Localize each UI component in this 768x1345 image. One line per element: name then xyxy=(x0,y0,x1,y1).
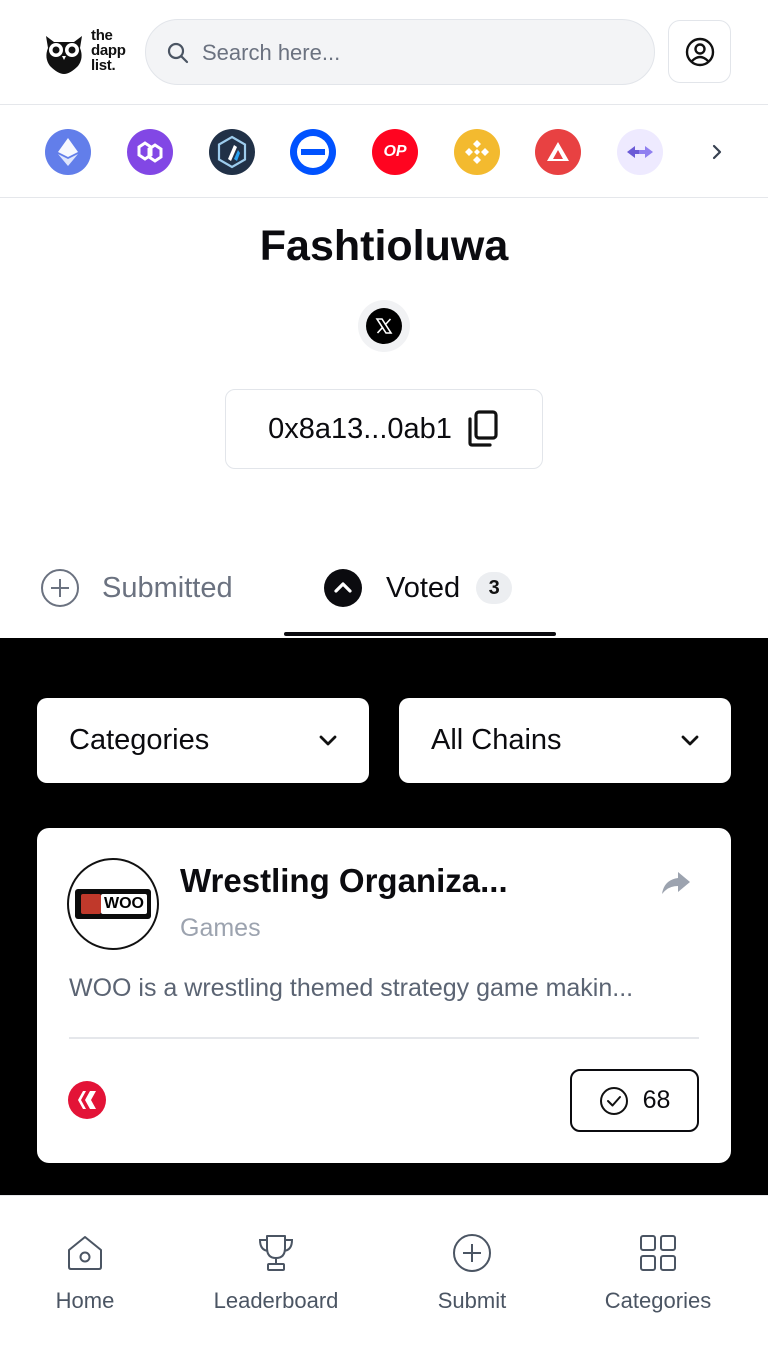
x-social-link[interactable] xyxy=(358,300,410,352)
voted-count-badge: 3 xyxy=(476,572,513,604)
plus-circle-icon xyxy=(41,569,79,607)
owl-icon xyxy=(46,36,82,74)
profile-name: Fashtioluwa xyxy=(259,222,509,270)
tab-voted[interactable]: Voted 3 xyxy=(324,540,513,636)
voted-dapps-section: Categories All Chains WOO Wrestling Orga… xyxy=(0,638,768,1195)
profile-tabs: Submitted Voted 3 xyxy=(0,540,768,638)
dapp-card[interactable]: WOO Wrestling Organiza... Games WOO is a… xyxy=(37,828,731,1163)
bridge-icon xyxy=(627,146,653,158)
nav-leaderboard-label: Leaderboard xyxy=(213,1288,339,1313)
check-circle-icon xyxy=(599,1086,628,1115)
categories-dropdown-label: Categories xyxy=(69,724,210,756)
nav-categories[interactable]: Categories xyxy=(596,1196,720,1345)
wallet-address-copy-button[interactable]: 0x8a13...0ab1 xyxy=(225,389,543,469)
vote-count: 68 xyxy=(642,1086,671,1114)
chain-ethereum[interactable] xyxy=(45,129,91,175)
woo-logo-image: WOO xyxy=(75,889,151,919)
bottom-navigation: Home Leaderboard Submit Categories xyxy=(0,1195,768,1345)
avalanche-icon xyxy=(547,142,569,161)
chains-dropdown-label: All Chains xyxy=(431,724,562,756)
bnb-icon xyxy=(465,140,489,164)
dapp-title[interactable]: Wrestling Organiza... xyxy=(180,862,508,900)
nav-home-label: Home xyxy=(55,1288,115,1313)
chain-arbitrum[interactable] xyxy=(209,129,255,175)
chevron-down-icon xyxy=(319,735,337,745)
chain-bnb[interactable] xyxy=(454,129,500,175)
share-icon[interactable] xyxy=(659,866,693,900)
top-header: the dapp list. xyxy=(0,0,768,105)
categories-dropdown[interactable]: Categories xyxy=(37,698,369,783)
chain-optimism[interactable]: OP xyxy=(372,129,418,175)
hive-icon xyxy=(78,1091,96,1109)
plus-circle-icon xyxy=(453,1234,491,1272)
card-divider xyxy=(69,1037,699,1039)
chain-selector-bar: OP xyxy=(0,106,768,198)
search-input[interactable] xyxy=(202,33,622,73)
tab-submitted[interactable]: Submitted xyxy=(40,540,233,636)
chain-avalanche[interactable] xyxy=(535,129,581,175)
ethereum-icon xyxy=(58,138,78,166)
nav-leaderboard[interactable]: Leaderboard xyxy=(206,1196,346,1345)
search-icon xyxy=(167,42,189,64)
wrestler-graphic xyxy=(81,894,101,914)
dapp-category: Games xyxy=(180,914,261,942)
nav-categories-label: Categories xyxy=(604,1288,712,1313)
active-tab-indicator xyxy=(284,632,556,636)
home-icon xyxy=(68,1236,102,1270)
dapp-description: WOO is a wrestling themed strategy game … xyxy=(69,974,634,1002)
copy-icon xyxy=(468,410,498,447)
chain-polygon[interactable] xyxy=(127,129,173,175)
optimism-icon: OP xyxy=(383,143,407,160)
polygon-icon xyxy=(137,141,163,163)
chain-base[interactable] xyxy=(290,129,336,175)
nav-home[interactable]: Home xyxy=(44,1196,126,1345)
woo-logo-text: WOO xyxy=(101,894,147,914)
chain-scroll-next-button[interactable] xyxy=(694,129,740,175)
chain-bridge[interactable] xyxy=(617,129,663,175)
hive-chain-badge xyxy=(68,1081,106,1119)
chevron-down-icon xyxy=(681,735,699,745)
wallet-address: 0x8a13...0ab1 xyxy=(268,412,452,445)
search-bar[interactable] xyxy=(145,19,655,85)
chevron-right-icon xyxy=(712,144,722,160)
vote-button[interactable]: 68 xyxy=(570,1069,699,1132)
dapp-logo: WOO xyxy=(67,858,159,950)
arbitrum-icon xyxy=(217,135,247,169)
logo-wordmark: the dapp list. xyxy=(91,27,126,74)
base-icon xyxy=(297,136,329,168)
grid-icon xyxy=(640,1235,676,1271)
chains-dropdown[interactable]: All Chains xyxy=(399,698,731,783)
tab-submitted-label: Submitted xyxy=(102,571,233,604)
nav-submit[interactable]: Submit xyxy=(428,1196,516,1345)
upvote-circle-icon xyxy=(324,569,362,607)
dapp-list-logo[interactable]: the dapp list. xyxy=(40,28,132,78)
x-logo-icon xyxy=(375,318,393,334)
nav-submit-label: Submit xyxy=(437,1288,507,1313)
tab-voted-label: Voted xyxy=(386,571,461,604)
trophy-icon xyxy=(258,1235,294,1271)
profile-button[interactable] xyxy=(668,20,731,83)
user-circle-icon xyxy=(685,37,714,66)
